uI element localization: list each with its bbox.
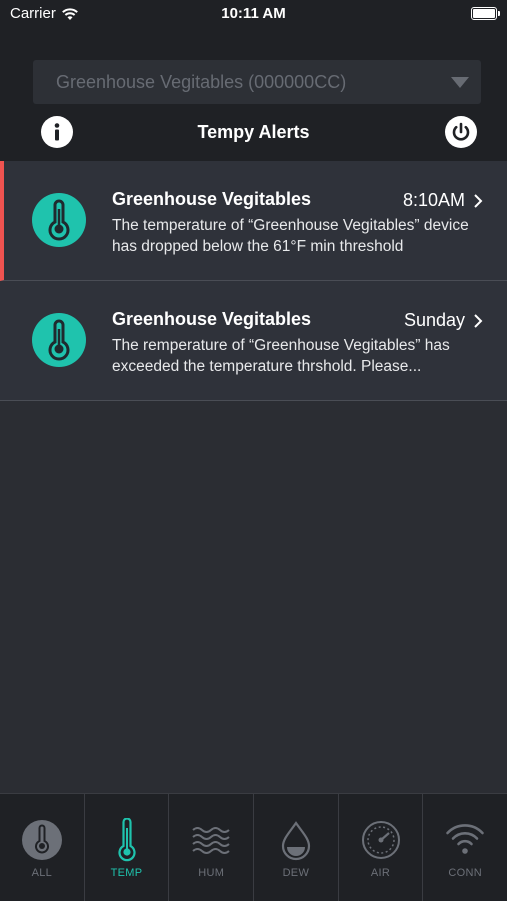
alert-time: Sunday bbox=[403, 310, 465, 330]
power-icon bbox=[452, 122, 470, 141]
thermometer-icon bbox=[117, 818, 136, 862]
alert-list: Greenhouse Vegitables 8:10AM The tempera… bbox=[0, 161, 507, 401]
tab-bar: ALL TEMP HUM DEW AIR CONN bbox=[0, 793, 507, 901]
tab-label: AIR bbox=[370, 867, 391, 879]
alert-title: Greenhouse Vegitables bbox=[112, 189, 312, 209]
waves-icon bbox=[192, 827, 230, 854]
alert-time: 8:10AM bbox=[402, 190, 465, 210]
tab-air[interactable]: AIR bbox=[339, 794, 424, 901]
tab-all[interactable]: ALL bbox=[0, 794, 85, 901]
thermometer-icon bbox=[32, 313, 86, 367]
chevron-right-icon bbox=[474, 314, 483, 328]
alert-item[interactable]: Greenhouse Vegitables Sunday The rempera… bbox=[0, 281, 507, 401]
clock: 10:11 AM bbox=[221, 5, 286, 22]
alert-message: The temperature of “Greenhouse Vegitable… bbox=[112, 217, 469, 255]
air-gauge-icon bbox=[361, 821, 400, 859]
alert-message: The remperature of “Greenhouse Vegitable… bbox=[112, 337, 450, 375]
dropdown-arrow-icon bbox=[451, 77, 469, 88]
alert-title: Greenhouse Vegitables bbox=[112, 309, 312, 329]
thermometer-icon bbox=[32, 193, 86, 247]
tab-temp[interactable]: TEMP bbox=[85, 794, 170, 901]
tab-label: DEW bbox=[282, 867, 310, 879]
power-button[interactable] bbox=[445, 116, 477, 148]
status-bar: Carrier 10:11 AM bbox=[0, 0, 507, 28]
device-selector[interactable]: Greenhouse Vegitables (000000CC) bbox=[33, 60, 481, 104]
tab-label: CONN bbox=[448, 867, 482, 879]
battery-icon bbox=[471, 7, 500, 20]
tab-label: ALL bbox=[31, 867, 53, 879]
tab-hum[interactable]: HUM bbox=[169, 794, 255, 901]
tab-dew[interactable]: DEW bbox=[254, 794, 339, 901]
thermometer-gauge-icon bbox=[21, 820, 62, 860]
page-title: Tempy Alerts bbox=[197, 122, 310, 142]
tab-label: HUM bbox=[198, 867, 225, 879]
header: Carrier 10:11 AM Greenhouse Vegitables (… bbox=[0, 0, 507, 161]
tab-conn[interactable]: CONN bbox=[423, 794, 507, 901]
chevron-right-icon bbox=[474, 194, 483, 208]
wifi-icon bbox=[446, 824, 484, 854]
alert-item[interactable]: Greenhouse Vegitables 8:10AM The tempera… bbox=[0, 161, 507, 281]
device-selector-value: Greenhouse Vegitables (000000CC) bbox=[56, 72, 347, 92]
tab-label: TEMP bbox=[110, 867, 143, 879]
droplet-icon bbox=[281, 821, 310, 861]
